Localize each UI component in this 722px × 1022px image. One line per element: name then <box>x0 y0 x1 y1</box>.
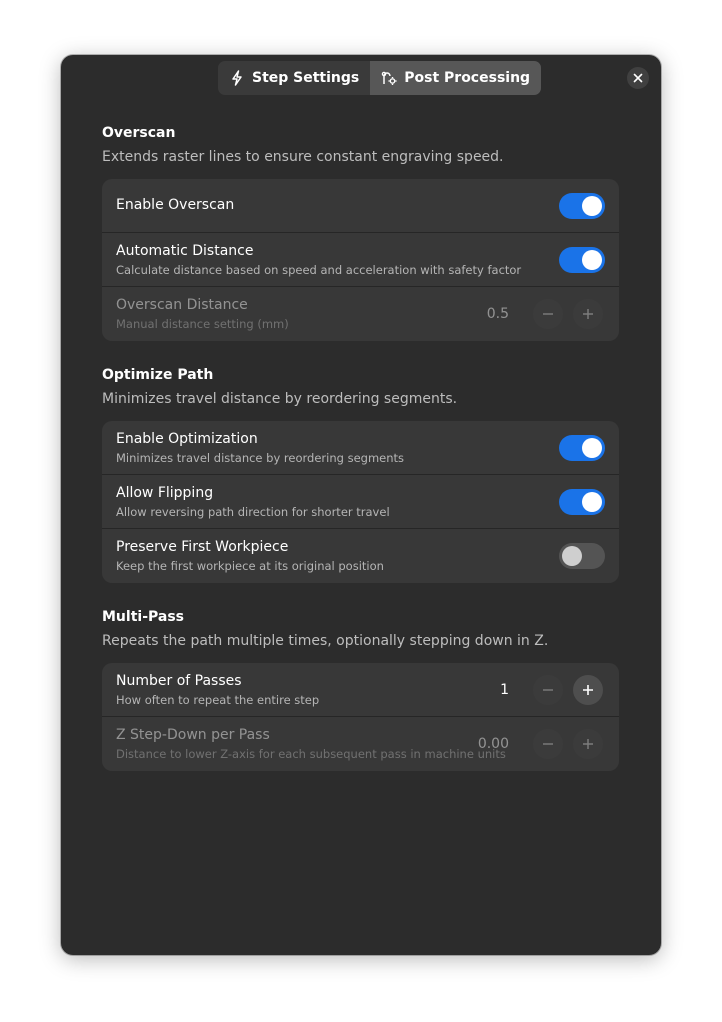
preserve-first-workpiece-switch[interactable] <box>559 543 605 569</box>
minus-icon <box>543 743 553 745</box>
plus-icon <box>583 309 593 319</box>
allow-flipping-label: Allow Flipping <box>116 485 214 501</box>
path-settings-icon <box>381 71 397 85</box>
minus-icon <box>543 689 553 691</box>
preserve-first-workpiece-row[interactable]: Preserve First Workpiece Keep the first … <box>102 529 619 583</box>
enable-optimization-subtitle: Minimizes travel distance by reordering … <box>116 451 405 465</box>
z-step-down-value: 0.00 <box>477 736 509 752</box>
overscan-card: Enable Overscan Automatic Distance Calcu… <box>102 179 619 341</box>
automatic-distance-subtitle: Calculate distance based on speed and ac… <box>116 263 522 277</box>
number-of-passes-label: Number of Passes <box>116 673 242 689</box>
tab-post-processing[interactable]: Post Processing <box>370 61 542 95</box>
switch-knob <box>562 546 582 566</box>
z-step-down-subtitle: Distance to lower Z-axis for each subseq… <box>116 747 506 761</box>
number-of-passes-value[interactable]: 1 <box>500 682 509 698</box>
enable-optimization-row[interactable]: Enable Optimization Minimizes travel dis… <box>102 421 619 475</box>
enable-overscan-row[interactable]: Enable Overscan <box>102 179 619 233</box>
number-of-passes-row: Number of Passes How often to repeat the… <box>102 663 619 717</box>
switch-knob <box>582 250 602 270</box>
optimize-path-title: Optimize Path <box>102 367 214 383</box>
number-of-passes-subtitle: How often to repeat the entire step <box>116 693 320 707</box>
increment-button[interactable] <box>573 675 603 705</box>
plus-icon <box>583 685 593 695</box>
allow-flipping-subtitle: Allow reversing path direction for short… <box>116 505 390 519</box>
enable-overscan-label: Enable Overscan <box>116 197 235 213</box>
z-step-down-label: Z Step-Down per Pass <box>116 727 270 743</box>
switch-knob <box>582 438 602 458</box>
multi-pass-title: Multi-Pass <box>102 609 184 625</box>
z-step-down-spinner: 0.00 <box>478 729 603 759</box>
automatic-distance-row[interactable]: Automatic Distance Calculate distance ba… <box>102 233 619 287</box>
z-step-down-row: Z Step-Down per Pass Distance to lower Z… <box>102 717 619 771</box>
enable-optimization-label: Enable Optimization <box>116 431 258 447</box>
automatic-distance-switch[interactable] <box>559 247 605 273</box>
close-button[interactable] <box>627 67 649 89</box>
automatic-distance-label: Automatic Distance <box>116 243 254 259</box>
overscan-distance-value: 0.5 <box>486 306 509 322</box>
preserve-first-workpiece-label: Preserve First Workpiece <box>116 539 289 555</box>
overscan-distance-spinner: 0.5 <box>487 299 603 329</box>
increment-button <box>573 299 603 329</box>
tab-step-settings[interactable]: Step Settings <box>218 61 370 95</box>
post-processing-dialog: Step Settings Post Processing Overscan E… <box>61 55 661 955</box>
decrement-button <box>533 729 563 759</box>
plus-icon <box>583 739 593 749</box>
overscan-distance-label: Overscan Distance <box>116 297 248 313</box>
decrement-button <box>533 675 563 705</box>
enable-overscan-switch[interactable] <box>559 193 605 219</box>
overscan-distance-row: Overscan Distance Manual distance settin… <box>102 287 619 341</box>
minus-icon <box>543 313 553 315</box>
view-switcher: Step Settings Post Processing <box>218 61 542 95</box>
overscan-description: Extends raster lines to ensure constant … <box>102 149 504 165</box>
allow-flipping-switch[interactable] <box>559 489 605 515</box>
overscan-title: Overscan <box>102 125 176 141</box>
switch-knob <box>582 492 602 512</box>
tab-step-settings-label: Step Settings <box>252 70 360 86</box>
tab-post-processing-label: Post Processing <box>404 70 531 86</box>
decrement-button <box>533 299 563 329</box>
allow-flipping-row[interactable]: Allow Flipping Allow reversing path dire… <box>102 475 619 529</box>
overscan-distance-subtitle: Manual distance setting (mm) <box>116 317 289 331</box>
switch-knob <box>582 196 602 216</box>
enable-optimization-switch[interactable] <box>559 435 605 461</box>
multi-pass-description: Repeats the path multiple times, optiona… <box>102 633 549 649</box>
optimize-path-description: Minimizes travel distance by reordering … <box>102 391 458 407</box>
multi-pass-card: Number of Passes How often to repeat the… <box>102 663 619 771</box>
increment-button <box>573 729 603 759</box>
preserve-first-workpiece-subtitle: Keep the first workpiece at its original… <box>116 559 384 573</box>
optimize-path-card: Enable Optimization Minimizes travel dis… <box>102 421 619 583</box>
lightning-icon <box>232 70 242 86</box>
close-icon <box>633 73 643 83</box>
number-of-passes-spinner[interactable]: 1 <box>500 675 603 705</box>
